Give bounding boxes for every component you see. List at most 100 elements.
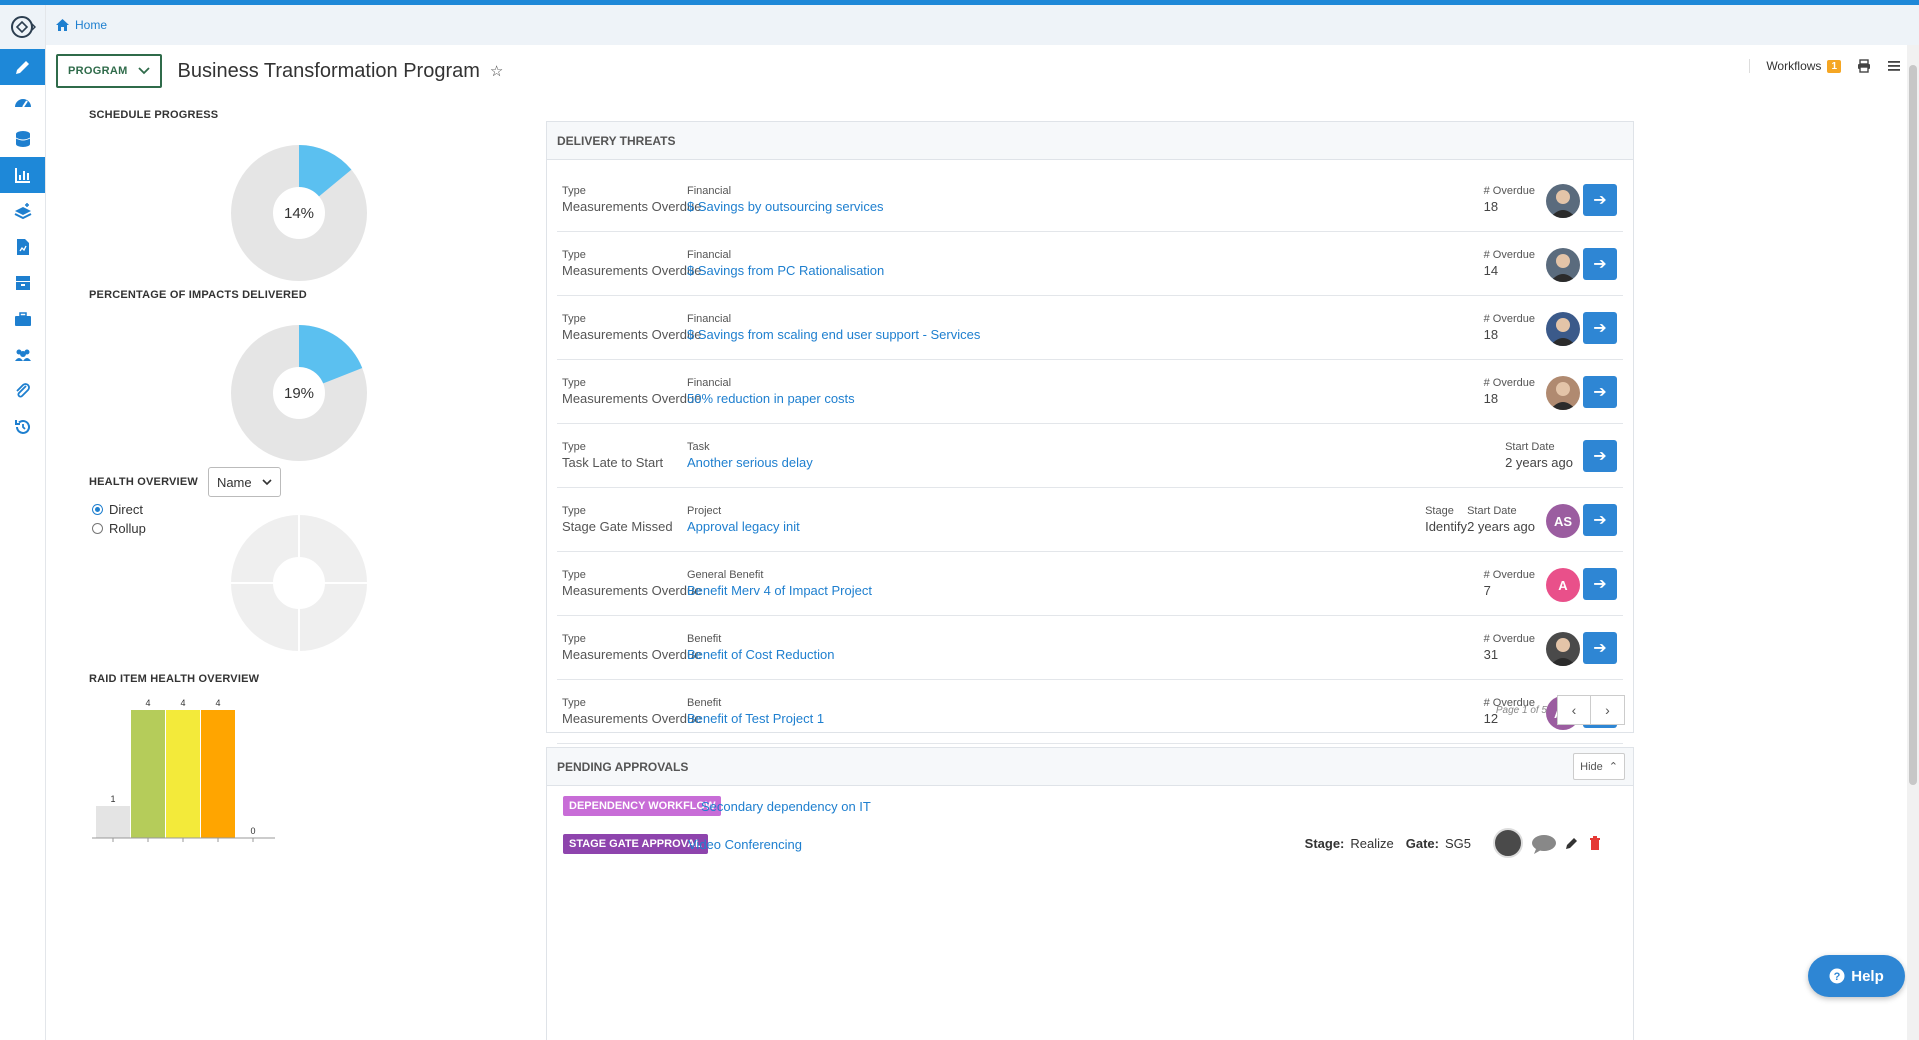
threat-row: Type Measurements Overdue Financial $ Sa… <box>557 168 1623 232</box>
sidebar-item-layers[interactable] <box>0 193 45 229</box>
chevron-right-icon: › <box>1605 702 1610 718</box>
chevron-up-icon: ⌃ <box>1608 761 1618 773</box>
sidebar-item-edit[interactable] <box>0 49 45 85</box>
threat-meta: # Overdue 31 <box>1484 632 1535 664</box>
health-overview-select[interactable]: Name <box>207 467 281 497</box>
type-value: Task Late to Start <box>562 455 664 470</box>
schedule-progress-title: SCHEDULE PROGRESS <box>89 109 219 121</box>
threat-type: Type Measurements Overdue <box>562 696 701 728</box>
radio-rollup[interactable]: Rollup <box>92 521 146 536</box>
open-threat-button[interactable]: ➔ <box>1583 440 1617 472</box>
sidebar-item-document[interactable] <box>0 229 45 265</box>
logo-icon <box>10 16 36 38</box>
open-threat-button[interactable]: ➔ <box>1583 632 1617 664</box>
sidebar-item-reports[interactable] <box>0 157 45 193</box>
meta-value: 18 <box>1483 391 1499 406</box>
sidebar-item-attachments[interactable] <box>0 373 45 409</box>
raid-bar <box>131 710 165 838</box>
open-threat-button[interactable]: ➔ <box>1583 376 1617 408</box>
radio-direct[interactable]: Direct <box>92 502 143 517</box>
threat-item-link[interactable]: Another serious delay <box>687 454 813 472</box>
arrow-right-icon: ➔ <box>1593 192 1607 209</box>
app-logo[interactable] <box>0 5 45 49</box>
threat-item-link[interactable]: Approval legacy init <box>687 518 800 536</box>
threat-item-link[interactable]: $ Savings from scaling end user support … <box>687 326 980 344</box>
threat-row: Type Measurements Overdue Benefit Benefi… <box>557 680 1623 744</box>
sidebar-item-dashboard[interactable] <box>0 85 45 121</box>
sidebar-item-database[interactable] <box>0 121 45 157</box>
workflows-button[interactable]: Workflows 1 <box>1749 59 1841 73</box>
help-label: Help <box>1851 967 1884 985</box>
hide-button[interactable]: Hide ⌃ <box>1573 753 1625 780</box>
type-label: Type <box>562 313 586 325</box>
menu-icon[interactable] <box>1887 60 1901 72</box>
open-threat-button[interactable]: ➔ <box>1583 184 1617 216</box>
open-threat-button[interactable]: ➔ <box>1583 248 1617 280</box>
category-label: Financial <box>687 249 732 261</box>
meta-value: 14 <box>1483 263 1499 278</box>
category-label: Task <box>687 441 710 453</box>
help-button[interactable]: ? Help <box>1808 955 1905 997</box>
prev-page-button[interactable]: ‹ <box>1557 695 1591 725</box>
type-value: Measurements Overdue <box>562 391 702 406</box>
type-label: Type <box>562 441 586 453</box>
meta-label: # Overdue <box>1483 313 1535 325</box>
sidebar-item-history[interactable] <box>0 409 45 445</box>
page-scrollbar[interactable] <box>1907 45 1919 1040</box>
meta-label: # Overdue <box>1483 185 1535 197</box>
approval-link[interactable]: Video Conferencing <box>688 836 802 854</box>
open-threat-button[interactable]: ➔ <box>1583 312 1617 344</box>
favorite-star-icon[interactable]: ☆ <box>490 62 503 80</box>
threat-row: Type Measurements Overdue General Benefi… <box>557 552 1623 616</box>
category-label: Financial <box>687 377 732 389</box>
sidebar-item-toolbox[interactable] <box>0 301 45 337</box>
health-overview-header: HEALTH OVERVIEW Name <box>89 467 281 497</box>
pencil-icon <box>15 61 29 74</box>
threat-item-link[interactable]: 50% reduction in paper costs <box>687 390 855 408</box>
category-label: Financial <box>687 313 732 325</box>
page-title: Business Transformation Program <box>177 59 480 82</box>
program-button-label: PROGRAM <box>68 65 128 77</box>
schedule-progress-value: 14% <box>284 205 314 222</box>
threat-item: Financial $ Savings from scaling end use… <box>687 312 980 344</box>
next-page-button[interactable]: › <box>1591 695 1625 725</box>
question-circle-icon: ? <box>1829 968 1845 984</box>
breadcrumb-home-link[interactable]: Home <box>75 18 107 32</box>
approval-link[interactable]: Secondary dependency on IT <box>701 798 871 816</box>
approval-tag: STAGE GATE APPROVAL <box>563 834 708 854</box>
sidebar <box>0 5 46 1040</box>
threat-row: Type Measurements Overdue Benefit Benefi… <box>557 616 1623 680</box>
threat-item-link[interactable]: Benefit of Cost Reduction <box>687 646 834 664</box>
threat-meta: # Overdue 18 <box>1484 184 1535 216</box>
sidebar-item-people[interactable] <box>0 337 45 373</box>
edit-pencil-icon[interactable] <box>1565 836 1579 850</box>
print-icon[interactable] <box>1857 59 1871 73</box>
type-value: Measurements Overdue <box>562 199 702 214</box>
threat-item-link[interactable]: Benefit of Test Project 1 <box>687 710 824 728</box>
scrollbar-thumb[interactable] <box>1909 65 1917 785</box>
threat-type: Type Measurements Overdue <box>562 632 701 664</box>
threat-meta: # Overdue 7 <box>1484 568 1535 600</box>
type-label: Type <box>562 249 586 261</box>
hide-label: Hide <box>1580 760 1603 773</box>
program-dropdown-button[interactable]: PROGRAM <box>56 54 162 88</box>
threat-item-link[interactable]: Benefit Merv 4 of Impact Project <box>687 582 872 600</box>
radio-direct-label: Direct <box>109 502 143 517</box>
type-value: Measurements Overdue <box>562 647 702 662</box>
threat-item-link[interactable]: $ Savings by outsourcing services <box>687 198 884 216</box>
open-threat-button[interactable]: ➔ <box>1583 504 1617 536</box>
radio-direct-dot[interactable] <box>92 504 103 515</box>
sidebar-item-archive[interactable] <box>0 265 45 301</box>
threat-item-link[interactable]: $ Savings from PC Rationalisation <box>687 262 884 280</box>
raid-health-bar-chart: 1 4 4 4 0 <box>92 698 275 842</box>
comment-icon[interactable] <box>1531 834 1557 854</box>
paperclip-icon <box>15 383 30 398</box>
layers-add-icon <box>14 203 31 220</box>
meta-label: Start Date <box>1505 441 1555 453</box>
open-threat-button[interactable]: ➔ <box>1583 568 1617 600</box>
arrow-right-icon: ➔ <box>1593 256 1607 273</box>
radio-rollup-dot[interactable] <box>92 523 103 534</box>
threat-meta: Start Date 2 years ago <box>1505 440 1573 472</box>
pending-approvals-header: PENDING APPROVALS Hide ⌃ <box>547 748 1633 786</box>
trash-icon[interactable] <box>1589 836 1601 850</box>
